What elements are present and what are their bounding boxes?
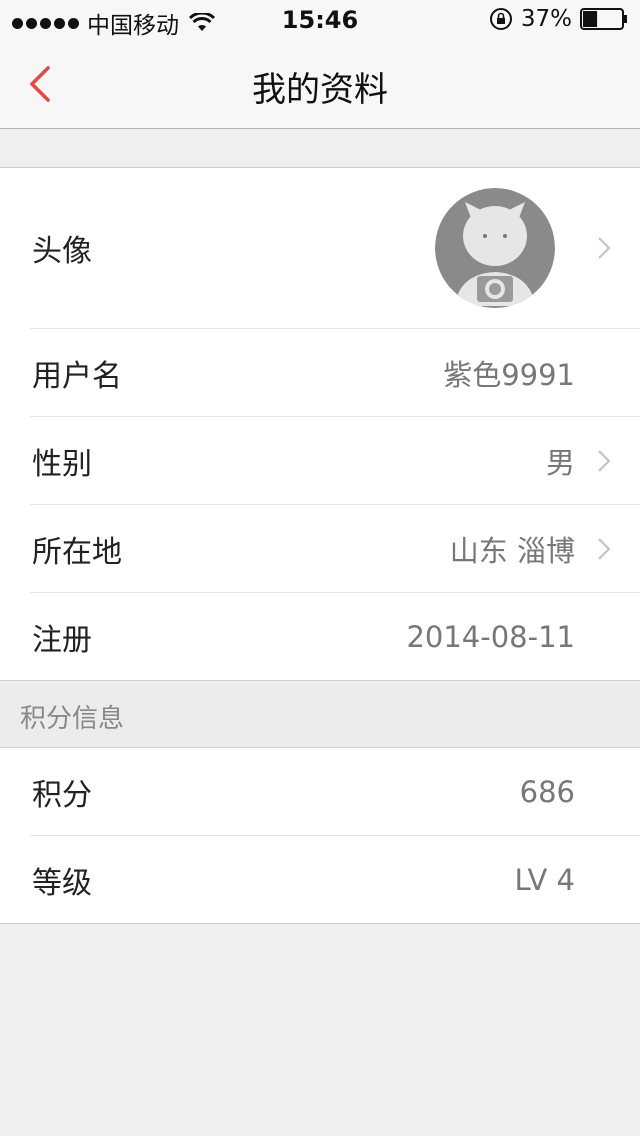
orientation-lock-icon xyxy=(489,8,512,30)
avatar xyxy=(435,188,555,308)
points-group: 积分 686 等级 LV 4 xyxy=(0,747,640,924)
avatar-row[interactable]: 头像 xyxy=(30,168,640,329)
gender-label: 性别 xyxy=(32,446,92,482)
chevron-right-icon xyxy=(598,537,611,560)
navigation-bar: 我的资料 xyxy=(0,40,640,129)
registered-value: 2014-08-11 xyxy=(406,619,575,654)
points-value: 686 xyxy=(519,774,575,809)
location-value: 山东 淄博 xyxy=(449,533,575,568)
battery-percentage: 37% xyxy=(520,6,572,32)
page-title: 我的资料 xyxy=(252,70,388,110)
battery-icon xyxy=(580,8,627,30)
username-row: 用户名 紫色9991 xyxy=(30,329,640,417)
level-row: 等级 LV 4 xyxy=(30,836,640,923)
level-label: 等级 xyxy=(32,865,92,901)
username-value: 紫色9991 xyxy=(443,357,575,392)
profile-group: 头像 用户名 紫色9991 性别 男 所在地 山东 淄博 注册 2014-08-… xyxy=(0,167,640,681)
registered-label: 注册 xyxy=(32,622,92,658)
level-value: LV 4 xyxy=(514,862,575,897)
location-row[interactable]: 所在地 山东 淄博 xyxy=(30,505,640,593)
status-right: 37% xyxy=(489,6,628,32)
chevron-right-icon xyxy=(598,449,611,472)
username-label: 用户名 xyxy=(32,358,122,394)
gender-value: 男 xyxy=(545,445,575,480)
points-label: 积分 xyxy=(32,777,92,813)
chevron-right-icon xyxy=(598,237,611,259)
avatar-label: 头像 xyxy=(32,234,92,269)
points-section-header: 积分信息 xyxy=(0,684,640,747)
location-label: 所在地 xyxy=(32,534,122,570)
section-header-label: 积分信息 xyxy=(20,704,125,734)
gender-row[interactable]: 性别 男 xyxy=(30,417,640,505)
registered-row: 注册 2014-08-11 xyxy=(30,593,640,680)
status-bar: 中国移动 15:46 37% xyxy=(0,0,640,40)
points-row: 积分 686 xyxy=(30,748,640,836)
